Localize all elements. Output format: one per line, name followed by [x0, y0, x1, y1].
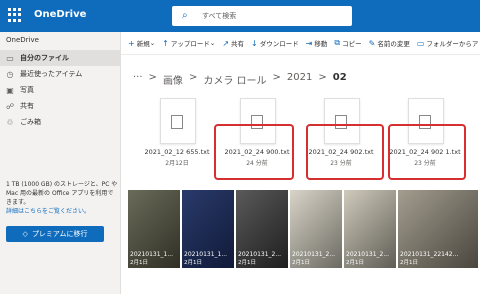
photo-date: 2月1日: [346, 260, 364, 266]
download-icon: ↓: [251, 38, 258, 48]
search-icon: ⌕: [182, 10, 188, 21]
folder-icon: ▭: [416, 38, 425, 48]
file-name: 2021_02_12 655.txt: [144, 148, 210, 156]
copy-button-label: コピー: [342, 40, 362, 48]
breadcrumb-separator: >: [272, 72, 281, 83]
rename-button-label: 名前の変更: [377, 40, 410, 48]
photo-name: 20210131_2...: [346, 251, 390, 258]
trash-icon: ♲: [6, 117, 14, 127]
breadcrumb-ellipsis[interactable]: ···: [133, 72, 143, 87]
copy-button[interactable]: ⧉ コピー: [334, 38, 361, 48]
storage-info: 1 TB (1000 GB) のストレージと、PC や Mac 用の最新の Of…: [6, 180, 118, 216]
storage-details-link[interactable]: 詳細はこちらをご覧ください。: [6, 208, 90, 215]
text-file-icon: [160, 98, 196, 144]
breadcrumb: ··· > 画像 > カメラ ロール > 2021 > 02: [133, 72, 353, 87]
photo-name: 20210131_2...: [238, 251, 282, 258]
photo-date: 2月1日: [238, 260, 256, 266]
photo-thumbnail[interactable]: 20210131_2... 2月1日: [290, 190, 342, 268]
photo-date: 2月1日: [130, 260, 148, 266]
photo-thumbnail[interactable]: 20210131_2... 2月1日: [344, 190, 396, 268]
sidebar-item-my-files[interactable]: ▭ 自分のファイル: [0, 50, 120, 66]
move-icon: ⇥: [305, 38, 313, 48]
share-button-label: 共有: [231, 40, 245, 48]
photo-name: 20210131_1...: [184, 251, 228, 258]
photo-thumbnail[interactable]: 20210131_22142... 2月1日: [398, 190, 478, 268]
command-bar: + 新規 ⌄ ↑ アップロード ⌄ ↗ 共有 ↓ ダウンロード ⇥ 移動 ⧉ コピー ✎ 名前の変…: [121, 32, 480, 55]
highlight-box: [214, 124, 294, 180]
sidebar: OneDrive ▭ 自分のファイル ◷ 最近使ったアイテム ▣ 写真 ☍ 共有…: [0, 32, 121, 294]
photo-date: 2月1日: [292, 260, 310, 266]
breadcrumb-current: 02: [332, 72, 347, 83]
breadcrumb-separator: >: [148, 72, 157, 83]
plus-icon: +: [128, 38, 135, 48]
folder-icon: ▭: [6, 53, 14, 63]
photo-date: 2月1日: [400, 260, 418, 266]
upload-button[interactable]: ↑ アップロード ⌄: [162, 38, 215, 49]
share-button[interactable]: ↗ 共有: [222, 38, 245, 49]
sidebar-item-recycle-bin[interactable]: ♲ ごみ箱: [0, 114, 120, 130]
top-bar: OneDrive ⌕ すべて検索: [0, 0, 480, 32]
new-button[interactable]: + 新規 ⌄: [128, 38, 155, 49]
search-placeholder: すべて検索: [202, 12, 237, 20]
premium-button-label: プレミアムに移行: [31, 230, 88, 238]
sidebar-item-shared[interactable]: ☍ 共有: [0, 98, 120, 114]
photo-thumbnail[interactable]: 20210131_1... 2月1日: [182, 190, 234, 268]
upload-button-label: アップロード: [170, 40, 210, 48]
image-icon: ▣: [6, 85, 14, 95]
breadcrumb-separator: >: [188, 72, 198, 83]
photo-name: 20210131_22142...: [400, 251, 459, 258]
breadcrumb-item-camera-roll[interactable]: カメラ ロール: [203, 72, 266, 87]
search-input[interactable]: ⌕ すべて検索: [172, 6, 352, 26]
highlight-box: [306, 124, 384, 180]
sidebar-item-label: 写真: [20, 86, 34, 94]
share-icon: ↗: [222, 38, 230, 48]
breadcrumb-separator: >: [318, 72, 327, 83]
storage-text: 1 TB (1000 GB) のストレージと、PC や Mac 用の最新の Of…: [6, 181, 118, 206]
upload-icon: ↑: [162, 38, 169, 48]
rename-icon: ✎: [368, 38, 376, 48]
sidebar-item-recent[interactable]: ◷ 最近使ったアイテム: [0, 66, 120, 82]
photo-row: 20210131_1... 2月1日 20210131_1... 2月1日 20…: [128, 190, 480, 268]
copy-icon: ⧉: [334, 38, 341, 47]
share-icon: ☍: [5, 101, 15, 111]
sidebar-item-label: 自分のファイル: [20, 54, 69, 62]
breadcrumb-item-2021[interactable]: 2021: [287, 72, 312, 87]
file-date: 2月12日: [165, 160, 189, 167]
download-button-label: ダウンロード: [259, 40, 299, 48]
folder-upload-button[interactable]: ▭ フォルダーからア: [416, 38, 479, 49]
premium-upgrade-button[interactable]: ◇ プレミアムに移行: [6, 226, 104, 242]
sidebar-title: OneDrive: [6, 36, 39, 44]
photo-name: 20210131_2...: [292, 251, 336, 258]
photo-date: 2月1日: [184, 260, 202, 266]
download-button[interactable]: ↓ ダウンロード: [251, 38, 299, 49]
sidebar-item-label: 共有: [20, 102, 34, 110]
rename-button[interactable]: ✎ 名前の変更: [368, 38, 410, 49]
move-button[interactable]: ⇥ 移動: [305, 38, 328, 49]
sidebar-item-label: ごみ箱: [20, 118, 41, 126]
diamond-icon: ◇: [22, 230, 28, 238]
photo-name: 20210131_1...: [130, 251, 174, 258]
sidebar-item-label: 最近使ったアイテム: [20, 70, 83, 78]
breadcrumb-item-images[interactable]: 画像: [163, 72, 183, 87]
clock-icon: ◷: [6, 69, 14, 79]
new-button-label: 新規: [136, 40, 150, 48]
sidebar-item-photos[interactable]: ▣ 写真: [0, 82, 120, 98]
app-title[interactable]: OneDrive: [34, 9, 86, 20]
app-launcher-icon[interactable]: [8, 8, 22, 22]
folder-upload-button-label: フォルダーからア: [426, 40, 479, 48]
highlight-box: [388, 124, 466, 180]
file-tile[interactable]: 2021_02_12 655.txt 2月12日: [140, 96, 214, 174]
photo-thumbnail[interactable]: 20210131_2... 2月1日: [236, 190, 288, 268]
move-button-label: 移動: [314, 40, 328, 48]
photo-thumbnail[interactable]: 20210131_1... 2月1日: [128, 190, 180, 268]
